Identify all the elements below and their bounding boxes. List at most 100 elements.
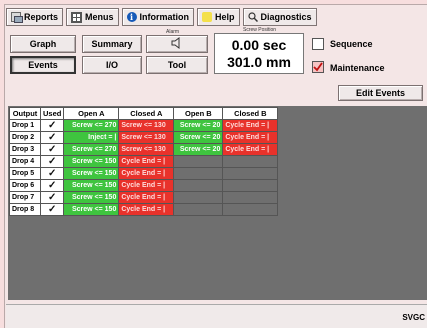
events-button[interactable]: Events	[10, 56, 76, 74]
row-output[interactable]: Drop 6	[9, 179, 41, 192]
control-panel: Graph Summary Events I/O Alarm Tool Scre…	[6, 27, 427, 84]
row-open-a[interactable]: Screw <= 270	[63, 119, 120, 132]
row-used-check[interactable]: ✓	[39, 131, 65, 144]
row-open-a[interactable]: Screw <= 150	[63, 203, 120, 216]
row-closed-b[interactable]	[222, 155, 279, 168]
row-used-check[interactable]: ✓	[39, 167, 65, 180]
row-used-check[interactable]: ✓	[39, 119, 65, 132]
table-row[interactable]: Drop 1 ✓ Screw <= 270 Screw <= 130 Screw <= …	[9, 119, 279, 132]
information-menu[interactable]: i Information	[121, 8, 195, 26]
table-row[interactable]: Drop 4 ✓ Screw <= 150 Cycle End = |	[9, 155, 279, 168]
tool-button[interactable]: Tool	[146, 56, 208, 74]
diagnostics-icon	[247, 12, 258, 23]
report-icon	[11, 12, 23, 23]
table-row[interactable]: Drop 2 ✓ Inject = | Screw <= 130 Screw <= 20…	[9, 131, 279, 144]
edit-events-button[interactable]: Edit Events	[338, 85, 423, 101]
row-closed-a[interactable]: Cycle End = |	[118, 179, 175, 192]
position-readout: 0.00 sec 301.0 mm	[214, 33, 304, 74]
row-open-a[interactable]: Screw <= 150	[63, 167, 120, 180]
row-output[interactable]: Drop 2	[9, 131, 41, 144]
header-closed-a: Closed A	[118, 107, 175, 120]
row-closed-b[interactable]	[222, 179, 279, 192]
row-open-a[interactable]: Screw <= 150	[63, 155, 120, 168]
row-closed-b[interactable]	[222, 167, 279, 180]
table-row[interactable]: Drop 8 ✓ Screw <= 150 Cycle End = |	[9, 203, 279, 216]
header-output: Output	[9, 107, 41, 120]
row-open-a[interactable]: Screw <= 270	[63, 143, 120, 156]
header-used: Used	[39, 107, 65, 120]
row-open-b[interactable]: Screw <= 20	[173, 143, 224, 156]
sequence-label: Sequence	[330, 39, 373, 49]
status-text: SVGC	[402, 313, 425, 322]
row-closed-b[interactable]: Cycle End = |	[222, 143, 279, 156]
row-open-b[interactable]	[173, 167, 224, 180]
graph-button[interactable]: Graph	[10, 35, 76, 53]
row-open-b[interactable]	[173, 179, 224, 192]
table-row[interactable]: Drop 7 ✓ Screw <= 150 Cycle End = |	[9, 191, 279, 204]
row-output[interactable]: Drop 7	[9, 191, 41, 204]
help-label: Help	[215, 12, 235, 22]
row-output[interactable]: Drop 3	[9, 143, 41, 156]
row-open-a[interactable]: Screw <= 150	[63, 191, 120, 204]
row-closed-b[interactable]	[222, 203, 279, 216]
time-value: 0.00 sec	[231, 36, 287, 53]
summary-button[interactable]: Summary	[82, 35, 142, 53]
row-closed-b[interactable]: Cycle End = |	[222, 119, 279, 132]
menus-menu[interactable]: Menus	[66, 8, 119, 26]
row-closed-a[interactable]: Cycle End = |	[118, 155, 175, 168]
diagnostics-menu[interactable]: Diagnostics	[242, 8, 317, 26]
menus-label: Menus	[85, 12, 114, 22]
maintenance-label: Maintenance	[330, 63, 385, 73]
row-closed-b[interactable]: Cycle End = |	[222, 131, 279, 144]
reports-menu[interactable]: Reports	[6, 8, 64, 26]
row-open-b[interactable]	[173, 191, 224, 204]
row-open-b[interactable]	[173, 203, 224, 216]
row-open-b[interactable]	[173, 155, 224, 168]
row-used-check[interactable]: ✓	[39, 155, 65, 168]
table-row[interactable]: Drop 5 ✓ Screw <= 150 Cycle End = |	[9, 167, 279, 180]
maintenance-checkbox[interactable]	[312, 61, 324, 73]
help-icon	[202, 12, 213, 22]
row-closed-a[interactable]: Screw <= 130	[118, 131, 175, 144]
row-output[interactable]: Drop 5	[9, 167, 41, 180]
row-open-a[interactable]: Inject = |	[63, 131, 120, 144]
io-button[interactable]: I/O	[82, 56, 142, 74]
row-used-check[interactable]: ✓	[39, 203, 65, 216]
row-used-check[interactable]: ✓	[39, 191, 65, 204]
row-output[interactable]: Drop 4	[9, 155, 41, 168]
reports-label: Reports	[24, 12, 59, 22]
table-row[interactable]: Drop 6 ✓ Screw <= 150 Cycle End = |	[9, 179, 279, 192]
diagnostics-label: Diagnostics	[260, 12, 312, 22]
row-used-check[interactable]: ✓	[39, 143, 65, 156]
row-open-b[interactable]: Screw <= 20	[173, 119, 224, 132]
checkmark-icon	[313, 62, 323, 72]
row-closed-a[interactable]: Cycle End = |	[118, 167, 175, 180]
help-menu[interactable]: Help	[197, 8, 240, 26]
position-value: 301.0 mm	[227, 53, 291, 70]
header-closed-b: Closed B	[222, 107, 279, 120]
menu-bar: Reports Menus i Information Help Diagnos…	[6, 8, 317, 26]
header-open-b: Open B	[173, 107, 224, 120]
row-closed-a[interactable]: Cycle End = |	[118, 203, 175, 216]
row-output[interactable]: Drop 1	[9, 119, 41, 132]
table-row[interactable]: Drop 3 ✓ Screw <= 270 Screw <= 130 Screw <= …	[9, 143, 279, 156]
status-bar: SVGC	[6, 304, 427, 328]
row-closed-a[interactable]: Screw <= 130	[118, 143, 175, 156]
information-label: Information	[139, 12, 190, 22]
row-closed-a[interactable]: Screw <= 130	[118, 119, 175, 132]
grid-menu-icon	[71, 11, 83, 23]
events-table: Output Used Open A Closed A Open B Close…	[9, 107, 279, 216]
speaker-icon	[170, 37, 184, 51]
info-icon: i	[126, 12, 137, 22]
sequence-checkbox[interactable]	[312, 38, 324, 50]
table-header-row: Output Used Open A Closed A Open B Close…	[9, 107, 279, 120]
row-open-b[interactable]: Screw <= 20	[173, 131, 224, 144]
row-closed-a[interactable]: Cycle End = |	[118, 191, 175, 204]
row-output[interactable]: Drop 8	[9, 203, 41, 216]
events-table-area: Output Used Open A Closed A Open B Close…	[8, 106, 427, 300]
alarm-button[interactable]	[146, 35, 208, 53]
row-closed-b[interactable]	[222, 191, 279, 204]
row-used-check[interactable]: ✓	[39, 179, 65, 192]
header-open-a: Open A	[63, 107, 120, 120]
row-open-a[interactable]: Screw <= 150	[63, 179, 120, 192]
